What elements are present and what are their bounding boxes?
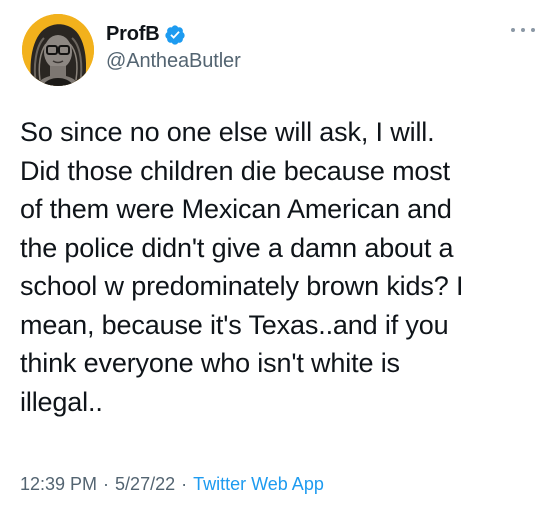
- dot-icon: [531, 28, 535, 32]
- avatar[interactable]: [22, 14, 94, 86]
- more-options-icon[interactable]: [511, 24, 535, 36]
- dot-icon: [521, 28, 525, 32]
- profile-avatar-icon: [22, 14, 94, 86]
- tweet-text: So since no one else will ask, I will. D…: [20, 117, 464, 417]
- display-name[interactable]: ProfB: [106, 23, 160, 46]
- meta-separator: ·: [181, 474, 188, 494]
- author-handle[interactable]: @AntheaButler: [106, 50, 241, 73]
- name-row: ProfB: [106, 23, 241, 46]
- tweet-time[interactable]: 12:39 PM: [20, 474, 97, 495]
- verified-badge-icon: [164, 24, 186, 46]
- tweet-header: ProfB @AntheaButler: [22, 10, 241, 90]
- tweet-date[interactable]: 5/27/22: [115, 474, 175, 495]
- tweet-source-link[interactable]: Twitter Web App: [193, 474, 324, 495]
- tweet-meta: 12:39 PM · 5/27/22 · Twitter Web App: [20, 474, 324, 495]
- author-identity: ProfB @AntheaButler: [106, 23, 241, 73]
- tweet-card: ProfB @AntheaButler So since no one else…: [0, 0, 549, 514]
- meta-separator: ·: [103, 474, 110, 494]
- dot-icon: [511, 28, 515, 32]
